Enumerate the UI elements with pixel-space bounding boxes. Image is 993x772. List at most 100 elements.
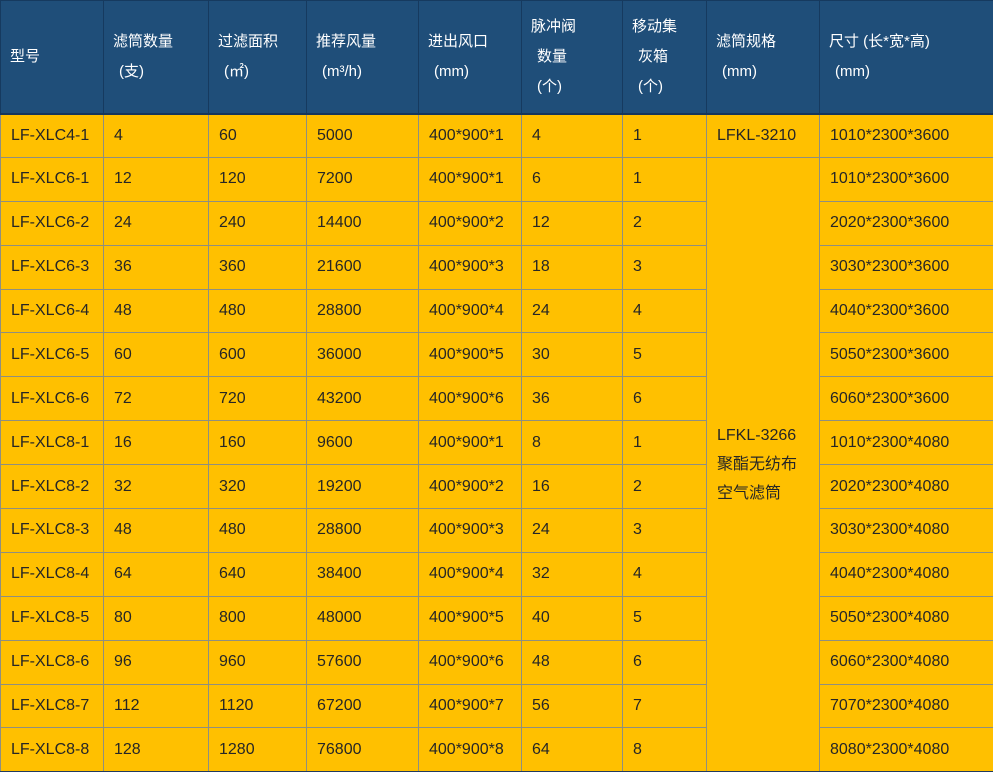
- cell-pulse_valves: 6: [522, 157, 623, 201]
- cell-model: LF-XLC8-4: [1, 552, 104, 596]
- cell-filter_area: 1120: [209, 684, 307, 728]
- cell-dimensions: 4040*2300*3600: [820, 289, 993, 333]
- cell-filter_area: 480: [209, 509, 307, 553]
- cell-cartridge_count: 48: [104, 509, 209, 553]
- cell-airflow: 28800: [307, 289, 419, 333]
- table-row: LF-XLC6-44848028800400*900*42444040*2300…: [1, 289, 993, 333]
- table-row: LF-XLC8-7112112067200400*900*75677070*23…: [1, 684, 993, 728]
- spec-line: LFKL-3266: [717, 421, 815, 450]
- cell-dimensions: 1010*2300*3600: [820, 157, 993, 201]
- cell-filter_area: 160: [209, 421, 307, 465]
- cell-inlet_outlet: 400*900*2: [419, 201, 522, 245]
- cell-spec-merged: LFKL-3266聚酯无纺布空气滤筒: [707, 157, 820, 771]
- cell-filter_area: 1280: [209, 728, 307, 772]
- col-header-line: 推荐风量: [316, 27, 414, 57]
- cell-airflow: 67200: [307, 684, 419, 728]
- cell-model: LF-XLC6-5: [1, 333, 104, 377]
- cell-model: LF-XLC6-6: [1, 377, 104, 421]
- col-header-line: 移动集: [632, 12, 702, 42]
- cell-pulse_valves: 32: [522, 552, 623, 596]
- col-header-spec: 滤筒规格(mm): [707, 1, 820, 114]
- cell-model: LF-XLC8-3: [1, 509, 104, 553]
- cell-dust_box: 1: [623, 157, 707, 201]
- col-header-dust_box: 移动集灰箱(个): [623, 1, 707, 114]
- cell-filter_area: 480: [209, 289, 307, 333]
- cell-inlet_outlet: 400*900*2: [419, 465, 522, 509]
- cell-inlet_outlet: 400*900*5: [419, 333, 522, 377]
- cell-pulse_valves: 4: [522, 114, 623, 158]
- cell-dimensions: 5050*2300*3600: [820, 333, 993, 377]
- cell-inlet_outlet: 400*900*1: [419, 421, 522, 465]
- col-header-line: 型号: [10, 42, 99, 72]
- cell-airflow: 48000: [307, 596, 419, 640]
- col-header-pulse_valves: 脉冲阀数量(个): [522, 1, 623, 114]
- cell-dimensions: 1010*2300*3600: [820, 114, 993, 158]
- cell-filter_area: 360: [209, 245, 307, 289]
- cell-inlet_outlet: 400*900*7: [419, 684, 522, 728]
- col-header-line: 脉冲阀: [531, 12, 618, 42]
- cell-model: LF-XLC8-1: [1, 421, 104, 465]
- cell-cartridge_count: 60: [104, 333, 209, 377]
- cell-pulse_valves: 56: [522, 684, 623, 728]
- cell-airflow: 21600: [307, 245, 419, 289]
- cell-model: LF-XLC8-8: [1, 728, 104, 772]
- col-header-line: (㎡): [218, 57, 302, 87]
- cell-filter_area: 720: [209, 377, 307, 421]
- col-header-inlet_outlet: 进出风口(mm): [419, 1, 522, 114]
- table-header: 型号滤筒数量(支)过滤面积(㎡)推荐风量(m³/h)进出风口(mm)脉冲阀数量(…: [1, 1, 993, 114]
- cell-inlet_outlet: 400*900*1: [419, 114, 522, 158]
- cell-filter_area: 240: [209, 201, 307, 245]
- product-spec-table: 型号滤筒数量(支)过滤面积(㎡)推荐风量(m³/h)进出风口(mm)脉冲阀数量(…: [0, 0, 993, 772]
- cell-filter_area: 640: [209, 552, 307, 596]
- cell-dust_box: 4: [623, 552, 707, 596]
- col-header-line: 滤筒数量: [113, 27, 204, 57]
- cell-dimensions: 3030*2300*4080: [820, 509, 993, 553]
- cell-inlet_outlet: 400*900*6: [419, 640, 522, 684]
- cell-airflow: 57600: [307, 640, 419, 684]
- header-row: 型号滤筒数量(支)过滤面积(㎡)推荐风量(m³/h)进出风口(mm)脉冲阀数量(…: [1, 1, 993, 114]
- cell-dust_box: 6: [623, 640, 707, 684]
- cell-cartridge_count: 24: [104, 201, 209, 245]
- cell-pulse_valves: 16: [522, 465, 623, 509]
- cell-airflow: 9600: [307, 421, 419, 465]
- cell-pulse_valves: 24: [522, 289, 623, 333]
- cell-dust_box: 7: [623, 684, 707, 728]
- cell-airflow: 43200: [307, 377, 419, 421]
- cell-dust_box: 8: [623, 728, 707, 772]
- cell-filter_area: 60: [209, 114, 307, 158]
- cell-dimensions: 6060*2300*3600: [820, 377, 993, 421]
- cell-model: LF-XLC4-1: [1, 114, 104, 158]
- cell-model: LF-XLC6-2: [1, 201, 104, 245]
- table-row: LF-XLC6-67272043200400*900*63666060*2300…: [1, 377, 993, 421]
- cell-filter_area: 120: [209, 157, 307, 201]
- table-row: LF-XLC6-33636021600400*900*31833030*2300…: [1, 245, 993, 289]
- cell-cartridge_count: 48: [104, 289, 209, 333]
- cell-inlet_outlet: 400*900*5: [419, 596, 522, 640]
- cell-dust_box: 4: [623, 289, 707, 333]
- cell-airflow: 76800: [307, 728, 419, 772]
- cell-inlet_outlet: 400*900*4: [419, 552, 522, 596]
- spec-line: 聚酯无纺布: [717, 450, 815, 479]
- col-header-cartridge_count: 滤筒数量(支): [104, 1, 209, 114]
- table-row: LF-XLC6-1121207200400*900*161LFKL-3266聚酯…: [1, 157, 993, 201]
- cell-cartridge_count: 72: [104, 377, 209, 421]
- col-header-line: 尺寸 (长*宽*高): [829, 27, 989, 57]
- col-header-dimensions: 尺寸 (长*宽*高)(mm): [820, 1, 993, 114]
- cell-pulse_valves: 12: [522, 201, 623, 245]
- cell-inlet_outlet: 400*900*1: [419, 157, 522, 201]
- cell-model: LF-XLC8-5: [1, 596, 104, 640]
- col-header-line: 灰箱: [632, 42, 702, 72]
- cell-dust_box: 5: [623, 333, 707, 377]
- cell-dust_box: 1: [623, 114, 707, 158]
- cell-dust_box: 2: [623, 201, 707, 245]
- table-row: LF-XLC8-46464038400400*900*43244040*2300…: [1, 552, 993, 596]
- col-header-line: (个): [531, 72, 618, 102]
- cell-pulse_valves: 36: [522, 377, 623, 421]
- cell-filter_area: 320: [209, 465, 307, 509]
- cell-model: LF-XLC6-3: [1, 245, 104, 289]
- cell-pulse_valves: 48: [522, 640, 623, 684]
- cell-cartridge_count: 112: [104, 684, 209, 728]
- col-header-line: (个): [632, 72, 702, 102]
- cell-dimensions: 7070*2300*4080: [820, 684, 993, 728]
- cell-airflow: 7200: [307, 157, 419, 201]
